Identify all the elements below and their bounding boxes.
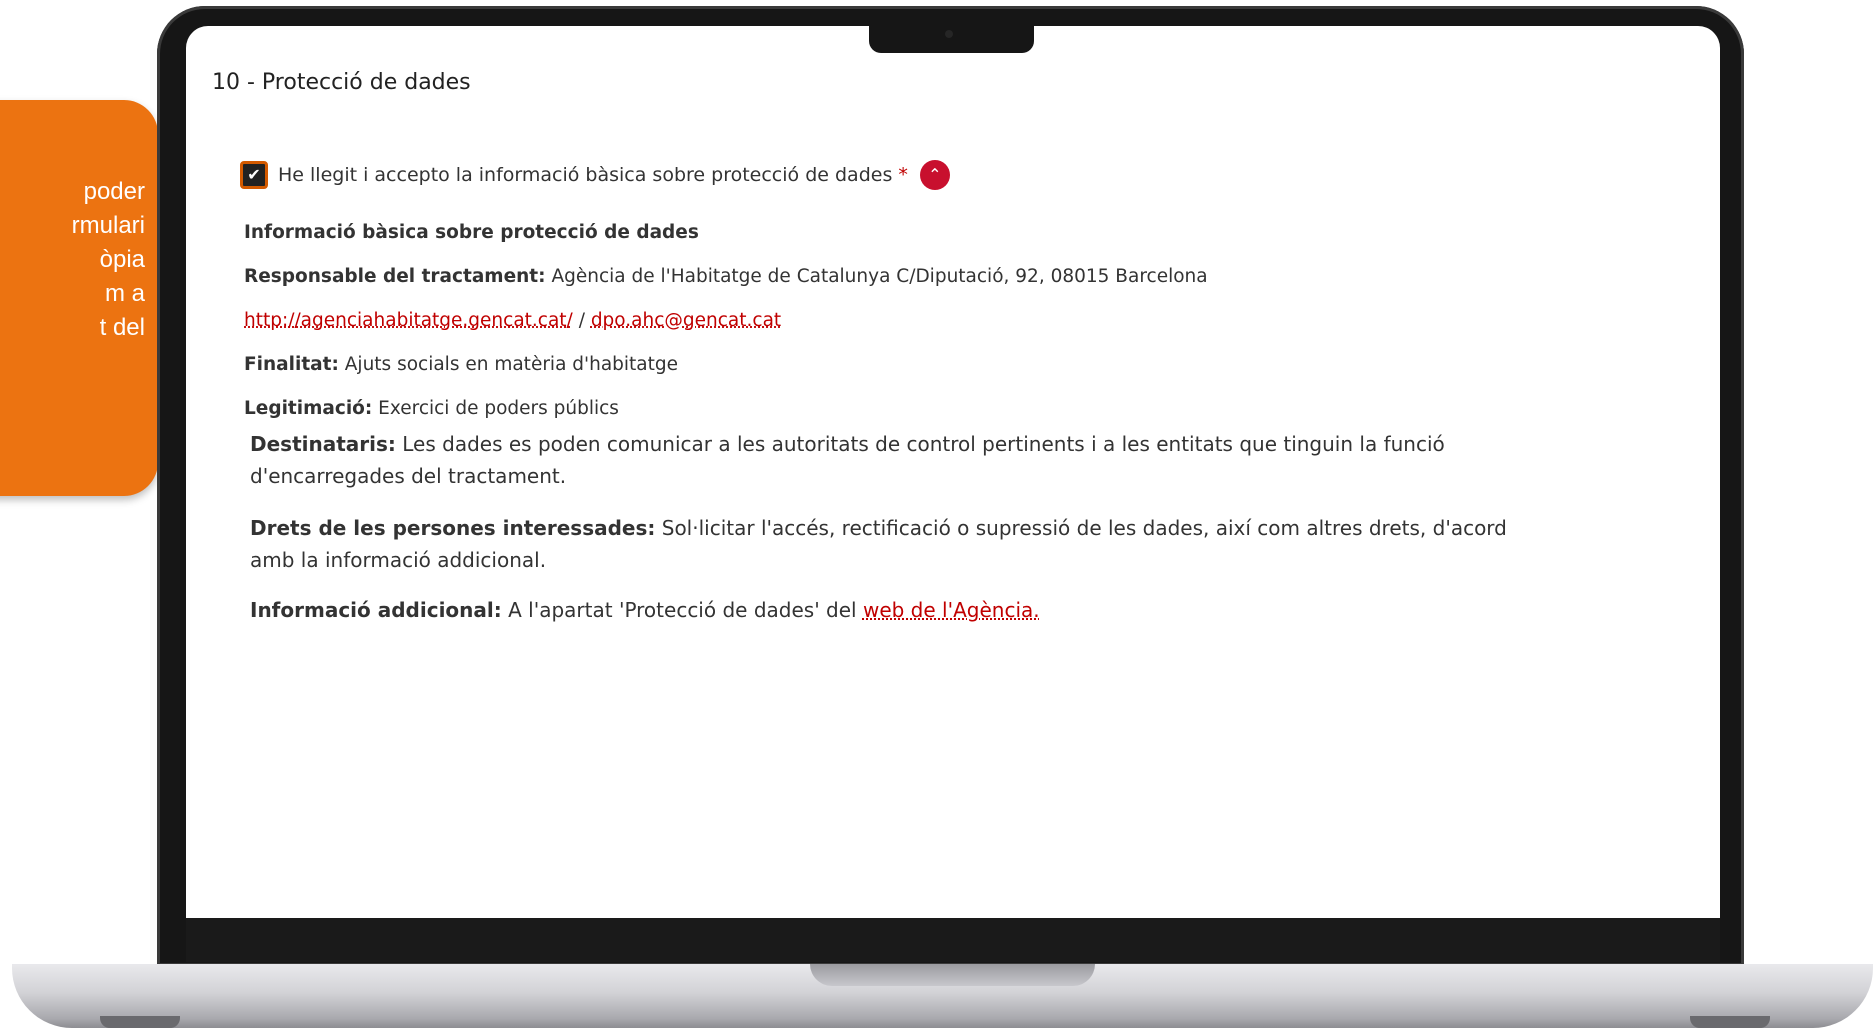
responsable-text: Agència de l'Habitatge de Catalunya C/Di… xyxy=(551,266,1208,287)
info-destinataris: Destinataris: Les dades es poden comunic… xyxy=(250,428,1520,492)
consent-label[interactable]: He llegit i accepto la informació bàsica… xyxy=(278,164,892,186)
laptop-foot-left xyxy=(100,1016,180,1028)
finalitat-text: Ajuts socials en matèria d'habitatge xyxy=(344,354,679,375)
website-link[interactable]: http://agenciahabitatge.gencat.cat/ xyxy=(244,310,573,331)
callout-line: rmulari xyxy=(71,212,145,239)
consent-checkbox[interactable]: ✔ xyxy=(240,161,268,189)
info-heading-text: Informació bàsica sobre protecció de dad… xyxy=(244,222,699,243)
callout-line: m a xyxy=(104,280,145,307)
link-separator: / xyxy=(578,310,585,331)
addicional-text: A l'apartat 'Protecció de dades' del xyxy=(508,598,857,622)
info-responsable: Responsable del tractament: Agència de l… xyxy=(244,266,1208,287)
callout-line: t del xyxy=(99,314,145,341)
help-callout-text: poder rmulari òpia m a t del xyxy=(0,175,145,345)
info-legitimacio: Legitimació: Exercici de poders públics xyxy=(244,398,619,419)
consent-row: ✔ He llegit i accepto la informació bàsi… xyxy=(240,160,950,190)
legitimacio-text: Exercici de poders públics xyxy=(378,398,619,419)
destinataris-text: Les dades es poden comunicar a les autor… xyxy=(250,432,1445,488)
addicional-label: Informació addicional: xyxy=(250,598,502,622)
info-drets: Drets de les persones interessades: Sol·… xyxy=(250,512,1520,576)
info-links: http://agenciahabitatge.gencat.cat/ / dp… xyxy=(244,310,781,331)
info-addicional: Informació addicional: A l'apartat 'Prot… xyxy=(250,594,1520,626)
screen-bottom-bezel xyxy=(186,918,1720,962)
legitimacio-label: Legitimació: xyxy=(244,398,373,419)
agency-web-link[interactable]: web de l'Agència. xyxy=(863,598,1040,622)
required-asterisk: * xyxy=(898,164,908,186)
camera-icon xyxy=(945,30,953,38)
callout-line: òpia xyxy=(99,246,145,273)
finalitat-label: Finalitat: xyxy=(244,354,339,375)
info-heading: Informació bàsica sobre protecció de dad… xyxy=(244,222,699,243)
laptop-foot-right xyxy=(1690,1016,1770,1028)
section-title: 10 - Protecció de dades xyxy=(212,70,471,95)
destinataris-label: Destinataris: xyxy=(250,432,396,456)
laptop-opening-notch xyxy=(810,964,1095,986)
info-finalitat: Finalitat: Ajuts socials en matèria d'ha… xyxy=(244,354,678,375)
email-link[interactable]: dpo.ahc@gencat.cat xyxy=(591,310,781,331)
callout-line: poder xyxy=(83,178,145,205)
chevron-up-icon[interactable]: ⌃ xyxy=(919,160,950,190)
responsable-label: Responsable del tractament: xyxy=(244,266,546,287)
drets-label: Drets de les persones interessades: xyxy=(250,516,656,540)
form-page: 10 - Protecció de dades ✔ He llegit i ac… xyxy=(212,26,1720,918)
laptop-screen: 10 - Protecció de dades ✔ He llegit i ac… xyxy=(186,26,1720,918)
